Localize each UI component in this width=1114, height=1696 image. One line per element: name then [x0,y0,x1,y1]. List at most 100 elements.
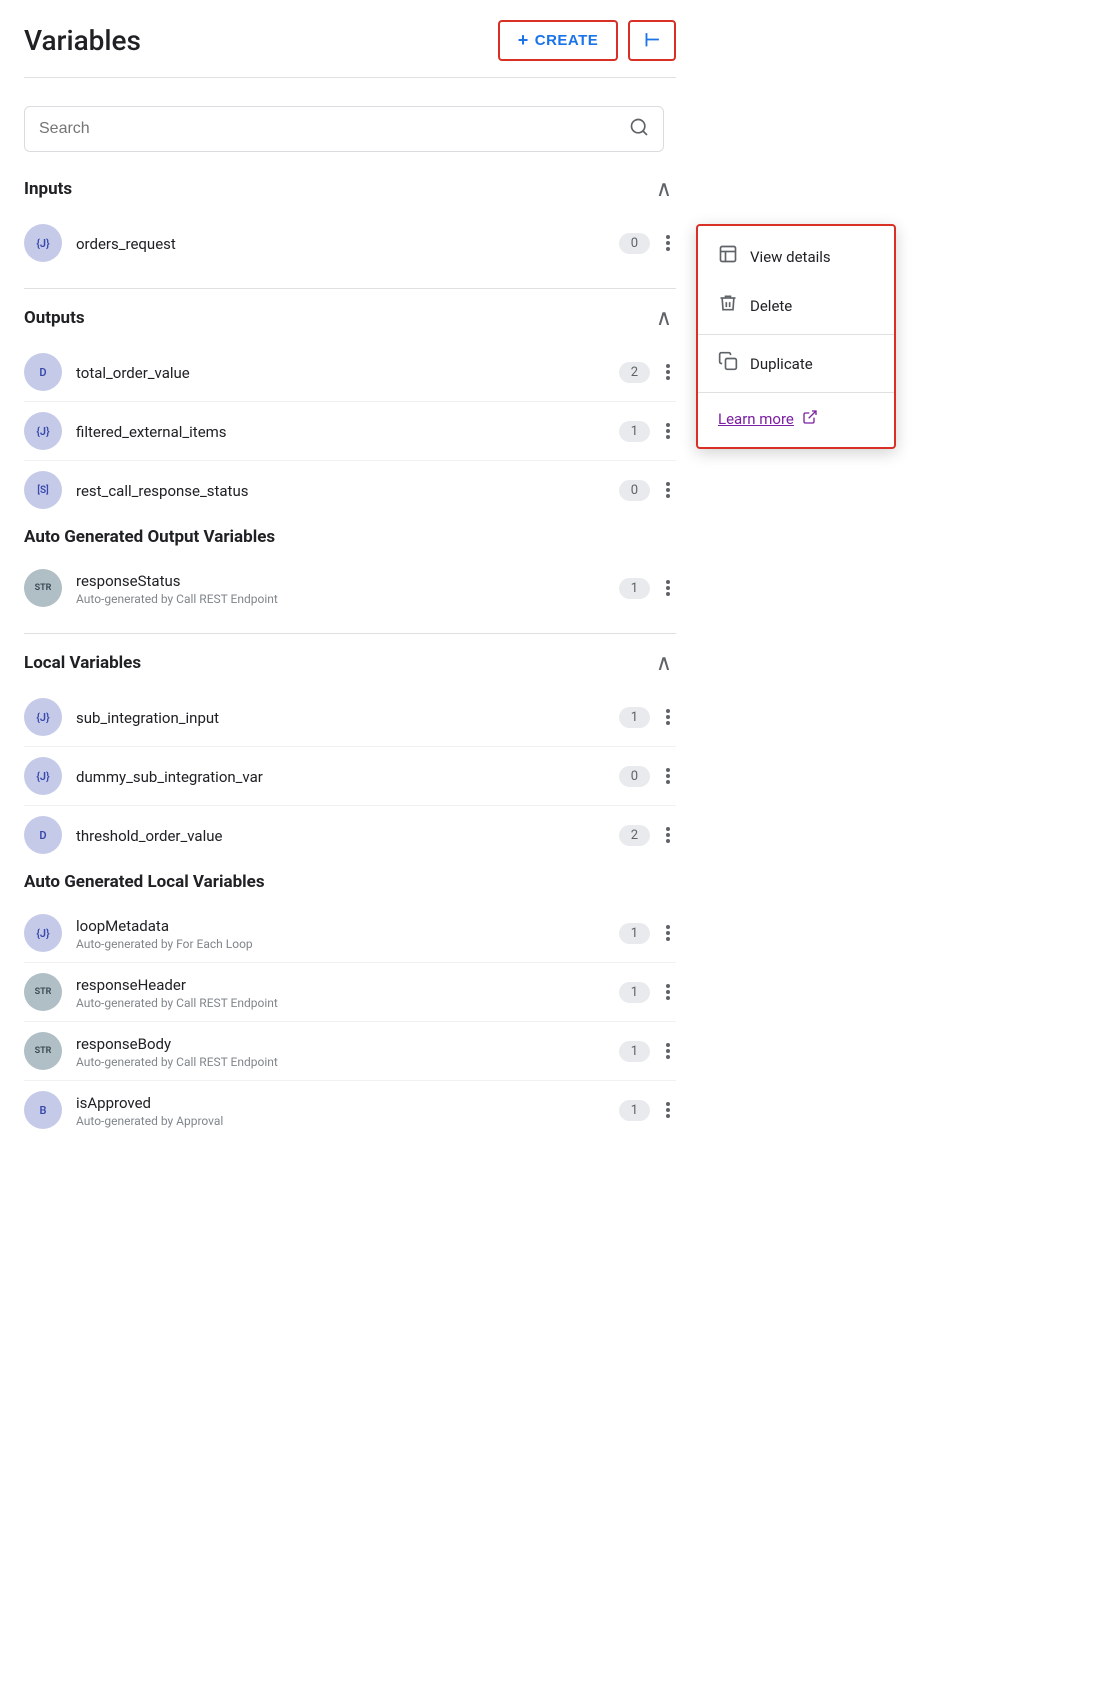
context-menu-duplicate[interactable]: Duplicate [698,339,894,388]
learn-more-label: Learn more [718,410,794,428]
var-name-isApproved: isApproved [76,1094,151,1112]
dot-icon [666,247,670,251]
var-menu-button-filtered-external-items[interactable] [660,419,676,443]
var-name-dummy-sub-integration-var: dummy_sub_integration_var [76,768,263,786]
local-variables-section-header: Local Variables ∧ [24,650,676,676]
var-icon-sub-integration-input: {J} [24,698,62,736]
search-input[interactable] [39,120,629,138]
var-badge-orders-request: 0 [619,233,650,254]
duplicate-icon [718,351,738,376]
var-subtext-responseHeader: Auto-generated by Call REST Endpoint [76,996,619,1010]
var-info-loopMetadata: loopMetadata Auto-generated by For Each … [76,916,619,951]
collapse-icon: ⊢ [644,30,660,51]
delete-label: Delete [750,297,792,315]
context-menu-divider [698,334,894,335]
var-icon-responseStatus: STR [24,569,62,607]
var-icon-rest-call-response-status: [S] [24,471,62,509]
var-info-filtered-external-items: filtered_external_items [76,422,619,441]
external-link-icon [802,409,818,429]
delete-icon [718,293,738,318]
duplicate-label: Duplicate [750,355,813,373]
var-name-total-order-value: total_order_value [76,364,190,382]
var-name-sub-integration-input: sub_integration_input [76,709,219,727]
plus-icon: + [518,30,529,51]
var-info-orders-request: orders_request [76,234,619,253]
var-info-dummy-sub-integration-var: dummy_sub_integration_var [76,767,619,786]
auto-output-section-header: Auto Generated Output Variables [24,527,676,547]
var-icon-responseBody: STR [24,1032,62,1070]
var-menu-button-responseBody[interactable] [660,1039,676,1063]
dot-icon [666,241,670,245]
outputs-section: Outputs ∧ D total_order_value 2 {J} filt… [24,305,676,519]
var-menu-button-loopMetadata[interactable] [660,921,676,945]
inputs-title: Inputs [24,179,72,199]
outputs-title: Outputs [24,308,85,328]
var-icon-loopMetadata: {J} [24,914,62,952]
var-info-total-order-value: total_order_value [76,363,619,382]
inputs-section: Inputs ∧ {J} orders_request 0 [24,176,676,272]
var-info-threshold-order-value: threshold_order_value [76,826,619,845]
var-info-rest-call-response-status: rest_call_response_status [76,481,619,500]
view-details-icon [718,244,738,269]
variable-row-rest-call-response-status: [S] rest_call_response_status 0 [24,461,676,519]
create-button[interactable]: + CREATE [498,20,619,61]
local-variables-title: Local Variables [24,653,141,673]
page-title: Variables [24,24,141,57]
section-divider-1 [24,288,676,289]
variable-row-responseHeader: STR responseHeader Auto-generated by Cal… [24,963,676,1022]
collapse-button[interactable]: ⊢ [628,20,676,61]
var-menu-button-responseStatus[interactable] [660,576,676,600]
local-variables-collapse-button[interactable]: ∧ [652,650,676,676]
variable-row-responseStatus: STR responseStatus Auto-generated by Cal… [24,559,676,617]
search-container [24,106,676,152]
context-menu: View details Delete [696,224,896,449]
var-menu-button-isApproved[interactable] [660,1098,676,1122]
auto-local-title: Auto Generated Local Variables [24,872,265,892]
var-badge-total-order-value: 2 [619,362,650,383]
var-name-loopMetadata: loopMetadata [76,917,169,935]
var-menu-button-rest-call-response-status[interactable] [660,478,676,502]
var-badge-filtered-external-items: 1 [619,421,650,442]
var-badge-isApproved: 1 [619,1100,650,1121]
var-menu-button-sub-integration-input[interactable] [660,705,676,729]
auto-output-title: Auto Generated Output Variables [24,527,275,547]
context-menu-view-details[interactable]: View details [698,232,894,281]
header-actions: + CREATE ⊢ [498,20,676,61]
var-subtext-isApproved: Auto-generated by Approval [76,1114,619,1128]
variable-row-isApproved: B isApproved Auto-generated by Approval … [24,1081,676,1139]
auto-output-section: Auto Generated Output Variables STR resp… [24,527,676,617]
context-menu-learn-more[interactable]: Learn more [698,397,894,441]
var-info-responseHeader: responseHeader Auto-generated by Call RE… [76,975,619,1010]
outputs-collapse-button[interactable]: ∧ [652,305,676,331]
var-badge-responseHeader: 1 [619,982,650,1003]
inputs-collapse-button[interactable]: ∧ [652,176,676,202]
var-icon-isApproved: B [24,1091,62,1129]
var-icon-total-order-value: D [24,353,62,391]
variable-row-total-order-value: D total_order_value 2 [24,343,676,402]
var-name-filtered-external-items: filtered_external_items [76,423,227,441]
var-badge-dummy-sub-integration-var: 0 [619,766,650,787]
var-name-responseHeader: responseHeader [76,976,186,994]
var-info-responseStatus: responseStatus Auto-generated by Call RE… [76,571,619,606]
var-icon-filtered-external-items: {J} [24,412,62,450]
var-subtext-responseBody: Auto-generated by Call REST Endpoint [76,1055,619,1069]
context-menu-delete[interactable]: Delete [698,281,894,330]
var-menu-button-orders-request[interactable] [660,231,676,255]
var-icon-orders-request: {J} [24,224,62,262]
variable-row-filtered-external-items: {J} filtered_external_items 1 [24,402,676,461]
variable-row-dummy-sub-integration-var: {J} dummy_sub_integration_var 0 [24,747,676,806]
var-badge-rest-call-response-status: 0 [619,480,650,501]
var-badge-threshold-order-value: 2 [619,825,650,846]
var-info-sub-integration-input: sub_integration_input [76,708,619,727]
var-menu-button-total-order-value[interactable] [660,360,676,384]
var-menu-button-responseHeader[interactable] [660,980,676,1004]
auto-local-section-header: Auto Generated Local Variables [24,872,676,892]
var-subtext-loopMetadata: Auto-generated by For Each Loop [76,937,619,951]
dot-icon [666,235,670,239]
create-label: CREATE [535,32,599,49]
var-menu-button-threshold-order-value[interactable] [660,823,676,847]
variable-row-threshold-order-value: D threshold_order_value 2 [24,806,676,864]
inputs-section-header: Inputs ∧ [24,176,676,202]
search-icon [629,117,649,141]
var-menu-button-dummy-sub-integration-var[interactable] [660,764,676,788]
